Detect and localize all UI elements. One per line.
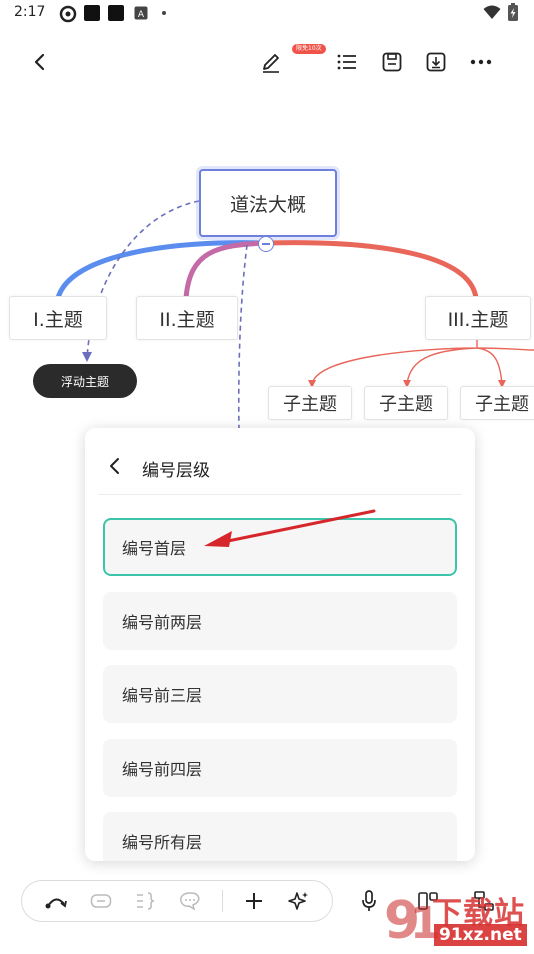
- topic-tag-button[interactable]: [88, 888, 114, 914]
- summary-brace-icon: [137, 892, 155, 910]
- curve-arrow-icon: [45, 898, 67, 909]
- microphone-icon: [362, 890, 376, 911]
- sparkle-icon: [288, 892, 308, 910]
- watermark-url: 91xz.net: [434, 924, 527, 946]
- summary-button[interactable]: [133, 888, 159, 914]
- ai-button[interactable]: [285, 888, 311, 914]
- tag-icon: [90, 894, 112, 908]
- watermark-logo: 9 1 下载站 91xz.net: [380, 886, 534, 951]
- comment-icon: [180, 892, 200, 911]
- comment-button[interactable]: [177, 888, 203, 914]
- plus-icon: [246, 893, 262, 909]
- add-topic-button[interactable]: [241, 888, 267, 914]
- connect-button[interactable]: [43, 888, 69, 914]
- divider: [222, 890, 223, 912]
- voice-button[interactable]: [356, 888, 382, 914]
- annotation-arrow: [204, 509, 376, 547]
